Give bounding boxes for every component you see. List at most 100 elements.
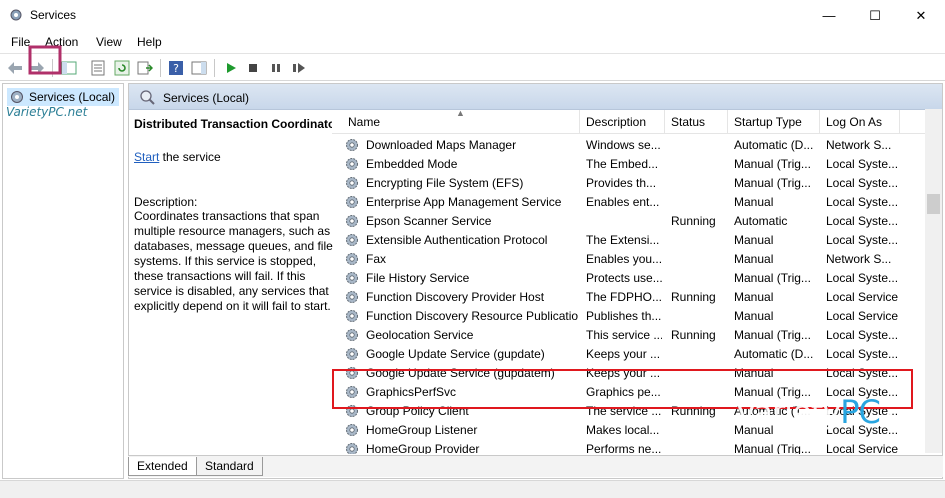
cell-name: HomeGroup Listener: [366, 423, 478, 437]
cell-description: The Embed...: [586, 157, 659, 171]
cell-startup: Manual (Trig...: [734, 176, 811, 190]
tab-standard[interactable]: Standard: [196, 457, 263, 476]
cell-status: Running: [671, 328, 716, 342]
cell-description: Windows se...: [586, 138, 661, 152]
tab-extended[interactable]: Extended: [128, 457, 197, 476]
table-row[interactable]: Enterprise App Management Service Enables…: [332, 193, 926, 212]
start-line-suffix: the service: [159, 150, 221, 164]
cell-startup: Manual: [734, 233, 774, 247]
service-gear-icon: [346, 443, 358, 454]
table-row[interactable]: Function Discovery Provider Host The FDPH…: [332, 288, 926, 307]
console-tree: Services (Local): [2, 83, 124, 479]
watermark-text: Variety: [735, 393, 841, 431]
cell-name: Enterprise App Management Service: [366, 195, 562, 209]
cell-description: Protects use...: [586, 271, 662, 285]
list-header: ▲ Name Description Status Startup Type L…: [332, 110, 942, 134]
service-gear-icon: [346, 272, 358, 284]
service-gear-icon: [346, 234, 358, 246]
service-gear-icon: [346, 139, 358, 151]
column-startup-type[interactable]: Startup Type: [728, 110, 820, 134]
table-row[interactable]: Fax Enables you... Manual Network S...: [332, 250, 926, 269]
restart-service-icon[interactable]: [290, 59, 308, 77]
cell-logon: Local Syste...: [826, 328, 899, 342]
cell-logon: Network S...: [826, 138, 892, 152]
service-gear-icon: [346, 177, 358, 189]
cell-logon: Local Service: [826, 290, 899, 304]
menu-help[interactable]: Help: [137, 35, 162, 49]
cell-name: Function Discovery Provider Host: [366, 290, 545, 304]
cell-logon: Local Syste...: [826, 195, 899, 209]
service-gear-icon: [346, 253, 358, 265]
vertical-scrollbar[interactable]: [925, 109, 942, 453]
cell-startup: Automatic (D...: [734, 347, 814, 361]
cell-logon: Local Syste...: [826, 233, 899, 247]
svg-text:VarietyPC.net: VarietyPC.net: [6, 105, 89, 119]
cell-logon: Network S...: [826, 252, 892, 266]
table-row[interactable]: Encrypting File System (EFS) Provides th.…: [332, 174, 926, 193]
service-gear-icon: [346, 196, 358, 208]
cell-startup: Manual: [734, 195, 774, 209]
cell-name: Epson Scanner Service: [366, 214, 492, 228]
cell-logon: Local Syste...: [826, 271, 899, 285]
cell-name: Google Update Service (gupdate): [366, 347, 545, 361]
table-row[interactable]: Epson Scanner Service Running Automatic Loc…: [332, 212, 926, 231]
start-service-icon[interactable]: [222, 59, 240, 77]
toolbar: ?: [0, 53, 945, 81]
service-gear-icon: [346, 158, 358, 170]
cell-description: Publishes th...: [586, 309, 662, 323]
cell-description: Enables ent...: [586, 195, 660, 209]
column-log-on-as[interactable]: Log On As: [820, 110, 900, 134]
table-row[interactable]: Google Update Service (gupdate) Keeps you…: [332, 345, 926, 364]
service-gear-icon: [346, 215, 358, 227]
cell-logon: Local Syste...: [826, 347, 899, 361]
table-row[interactable]: Downloaded Maps Manager Windows se... Auto…: [332, 136, 926, 155]
cell-name: Encrypting File System (EFS): [366, 176, 524, 190]
cell-description: Provides th...: [586, 176, 657, 190]
table-row[interactable]: Extensible Authentication Protocol The Ex…: [332, 231, 926, 250]
cell-startup: Automatic: [734, 214, 788, 228]
column-name[interactable]: Name: [342, 110, 580, 134]
cell-logon: Local Syste...: [826, 157, 899, 171]
cell-name: File History Service: [366, 271, 470, 285]
close-button[interactable]: ✕: [898, 0, 944, 31]
stop-service-icon[interactable]: [244, 59, 262, 77]
services-gear-icon: [10, 9, 22, 21]
cell-logon: Local Syste...: [826, 176, 899, 190]
cell-name: Fax: [366, 252, 387, 266]
window-title: Services: [30, 8, 77, 22]
start-service-link[interactable]: Start: [134, 150, 159, 164]
table-row[interactable]: Geolocation Service This service ... Runni…: [332, 326, 926, 345]
table-row[interactable]: Function Discovery Resource Publication P…: [332, 307, 926, 326]
watermark-tld: .net: [879, 401, 924, 429]
column-status[interactable]: Status: [665, 110, 728, 134]
cell-status: Running: [671, 290, 716, 304]
service-gear-icon: [346, 310, 358, 322]
help-icon[interactable]: ?: [167, 59, 185, 77]
show-hide-action-pane-icon[interactable]: [190, 59, 208, 77]
title-bar: Services — ☐ ✕: [0, 0, 945, 31]
table-row[interactable]: Embedded Mode The Embed... Manual (Trig...…: [332, 155, 926, 174]
table-row[interactable]: File History Service Protects use... Manua…: [332, 269, 926, 288]
maximize-button[interactable]: ☐: [852, 0, 898, 31]
search-gear-icon: [140, 90, 155, 105]
pane-header: Services (Local): [129, 84, 942, 110]
table-row[interactable]: HomeGroup Provider Performs ne... Manual (…: [332, 440, 926, 454]
cell-name: Embedded Mode: [366, 157, 458, 171]
scrollbar-thumb[interactable]: [927, 194, 940, 214]
column-description[interactable]: Description: [580, 110, 665, 134]
status-bar: [0, 480, 945, 498]
minimize-button[interactable]: —: [806, 0, 852, 31]
export-list-icon[interactable]: [136, 59, 154, 77]
cell-startup: Manual: [734, 309, 774, 323]
cell-startup: Manual: [734, 252, 774, 266]
cell-description: The Extensi...: [586, 233, 660, 247]
pause-service-icon[interactable]: [267, 59, 285, 77]
watermark-pc: PC: [840, 393, 881, 431]
cell-description: The FDPHO...: [586, 290, 662, 304]
view-tabs: Extended Standard: [128, 455, 943, 477]
cell-logon: Local Service: [826, 442, 899, 454]
service-gear-icon: [346, 291, 358, 303]
cell-startup: Manual (Trig...: [734, 157, 811, 171]
cell-name: Geolocation Service: [366, 328, 474, 342]
cell-logon: Local Service: [826, 309, 899, 323]
